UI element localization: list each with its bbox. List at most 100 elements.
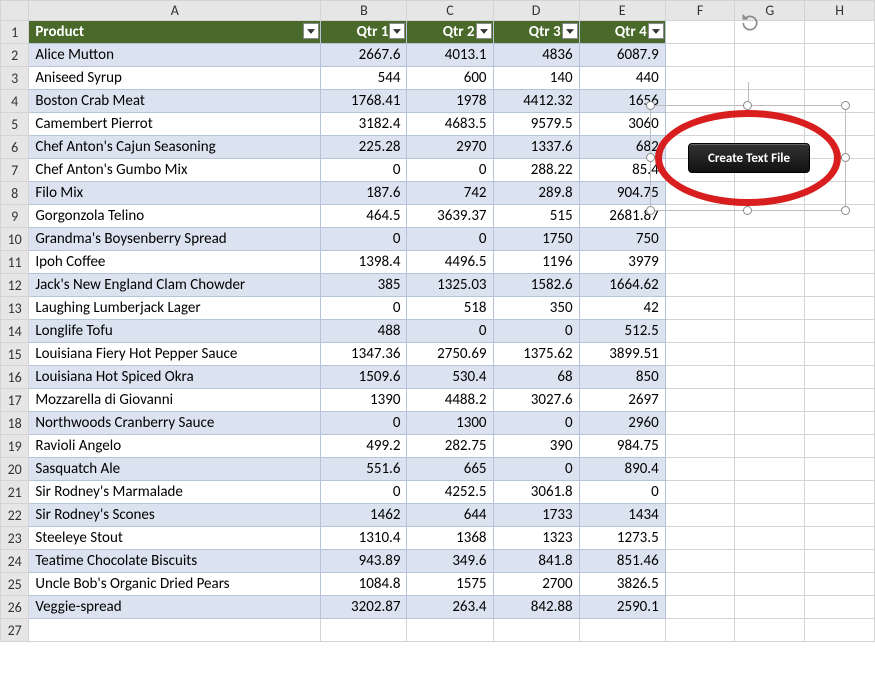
- cell[interactable]: [665, 21, 735, 44]
- row-header[interactable]: 15: [1, 343, 29, 366]
- cell[interactable]: [735, 596, 805, 619]
- value-cell[interactable]: 1273.5: [579, 527, 665, 550]
- value-cell[interactable]: 0: [321, 159, 407, 182]
- value-cell[interactable]: 0: [493, 412, 579, 435]
- row-header[interactable]: 18: [1, 412, 29, 435]
- value-cell[interactable]: 842.88: [493, 596, 579, 619]
- value-cell[interactable]: 2697: [579, 389, 665, 412]
- cell[interactable]: [665, 228, 735, 251]
- value-cell[interactable]: 9579.5: [493, 113, 579, 136]
- row-header[interactable]: 21: [1, 481, 29, 504]
- product-cell[interactable]: Ipoh Coffee: [29, 251, 321, 274]
- row-header[interactable]: 16: [1, 366, 29, 389]
- spreadsheet-grid[interactable]: ABCDEFGH1ProductQtr 1Qtr 2Qtr 3Qtr 42Ali…: [0, 0, 875, 642]
- value-cell[interactable]: 0: [321, 228, 407, 251]
- product-cell[interactable]: Boston Crab Meat: [29, 90, 321, 113]
- value-cell[interactable]: 464.5: [321, 205, 407, 228]
- cell[interactable]: [321, 619, 407, 642]
- cell[interactable]: [805, 619, 875, 642]
- cell[interactable]: [805, 44, 875, 67]
- value-cell[interactable]: 742: [407, 182, 493, 205]
- value-cell[interactable]: 1664.62: [579, 274, 665, 297]
- product-cell[interactable]: Chef Anton's Cajun Seasoning: [29, 136, 321, 159]
- cell[interactable]: [735, 435, 805, 458]
- value-cell[interactable]: 644: [407, 504, 493, 527]
- value-cell[interactable]: 0: [579, 481, 665, 504]
- cell[interactable]: [805, 67, 875, 90]
- row-header[interactable]: 14: [1, 320, 29, 343]
- column-header[interactable]: D: [493, 1, 579, 21]
- column-header[interactable]: F: [665, 1, 735, 21]
- row-header[interactable]: 22: [1, 504, 29, 527]
- cell[interactable]: [735, 527, 805, 550]
- row-header[interactable]: 8: [1, 182, 29, 205]
- cell[interactable]: [805, 251, 875, 274]
- row-header[interactable]: 6: [1, 136, 29, 159]
- cell[interactable]: [665, 67, 735, 90]
- value-cell[interactable]: 984.75: [579, 435, 665, 458]
- row-header[interactable]: 9: [1, 205, 29, 228]
- table-header-cell[interactable]: Qtr 4: [579, 21, 665, 44]
- value-cell[interactable]: 3639.37: [407, 205, 493, 228]
- cell[interactable]: [805, 320, 875, 343]
- value-cell[interactable]: 2667.6: [321, 44, 407, 67]
- value-cell[interactable]: 1398.4: [321, 251, 407, 274]
- value-cell[interactable]: 551.6: [321, 458, 407, 481]
- resize-handle[interactable]: [841, 101, 850, 110]
- value-cell[interactable]: 2970: [407, 136, 493, 159]
- row-header[interactable]: 4: [1, 90, 29, 113]
- column-header[interactable]: A: [29, 1, 321, 21]
- value-cell[interactable]: 4488.2: [407, 389, 493, 412]
- resize-handle[interactable]: [841, 206, 850, 215]
- cell[interactable]: [735, 573, 805, 596]
- cell[interactable]: [665, 504, 735, 527]
- value-cell[interactable]: 288.22: [493, 159, 579, 182]
- cell[interactable]: [805, 596, 875, 619]
- value-cell[interactable]: 665: [407, 458, 493, 481]
- value-cell[interactable]: 600: [407, 67, 493, 90]
- value-cell[interactable]: 1750: [493, 228, 579, 251]
- row-header[interactable]: 2: [1, 44, 29, 67]
- value-cell[interactable]: 890.4: [579, 458, 665, 481]
- cell[interactable]: [735, 274, 805, 297]
- filter-dropdown-icon[interactable]: [389, 23, 405, 39]
- value-cell[interactable]: 0: [493, 458, 579, 481]
- value-cell[interactable]: 1434: [579, 504, 665, 527]
- value-cell[interactable]: 841.8: [493, 550, 579, 573]
- value-cell[interactable]: 1462: [321, 504, 407, 527]
- product-cell[interactable]: Camembert Pierrot: [29, 113, 321, 136]
- cell[interactable]: [805, 297, 875, 320]
- value-cell[interactable]: 3202.87: [321, 596, 407, 619]
- value-cell[interactable]: 0: [493, 320, 579, 343]
- product-cell[interactable]: Veggie-spread: [29, 596, 321, 619]
- value-cell[interactable]: 4836: [493, 44, 579, 67]
- cell[interactable]: [735, 251, 805, 274]
- shape-selection-box[interactable]: Create Text File: [650, 105, 846, 211]
- value-cell[interactable]: 187.6: [321, 182, 407, 205]
- filter-dropdown-icon[interactable]: [476, 23, 492, 39]
- cell[interactable]: [735, 412, 805, 435]
- cell[interactable]: [805, 366, 875, 389]
- value-cell[interactable]: 512.5: [579, 320, 665, 343]
- row-header[interactable]: 11: [1, 251, 29, 274]
- cell[interactable]: [735, 44, 805, 67]
- resize-handle[interactable]: [646, 153, 655, 162]
- value-cell[interactable]: 488: [321, 320, 407, 343]
- resize-handle[interactable]: [743, 206, 752, 215]
- product-cell[interactable]: Chef Anton's Gumbo Mix: [29, 159, 321, 182]
- cell[interactable]: [735, 67, 805, 90]
- table-header-cell[interactable]: Qtr 2: [407, 21, 493, 44]
- value-cell[interactable]: 2590.1: [579, 596, 665, 619]
- value-cell[interactable]: 3182.4: [321, 113, 407, 136]
- value-cell[interactable]: 943.89: [321, 550, 407, 573]
- value-cell[interactable]: 518: [407, 297, 493, 320]
- value-cell[interactable]: 1733: [493, 504, 579, 527]
- filter-dropdown-icon[interactable]: [648, 23, 664, 39]
- value-cell[interactable]: 282.75: [407, 435, 493, 458]
- value-cell[interactable]: 263.4: [407, 596, 493, 619]
- value-cell[interactable]: 1375.62: [493, 343, 579, 366]
- value-cell[interactable]: 1084.8: [321, 573, 407, 596]
- cell[interactable]: [735, 366, 805, 389]
- value-cell[interactable]: 3027.6: [493, 389, 579, 412]
- value-cell[interactable]: 1390: [321, 389, 407, 412]
